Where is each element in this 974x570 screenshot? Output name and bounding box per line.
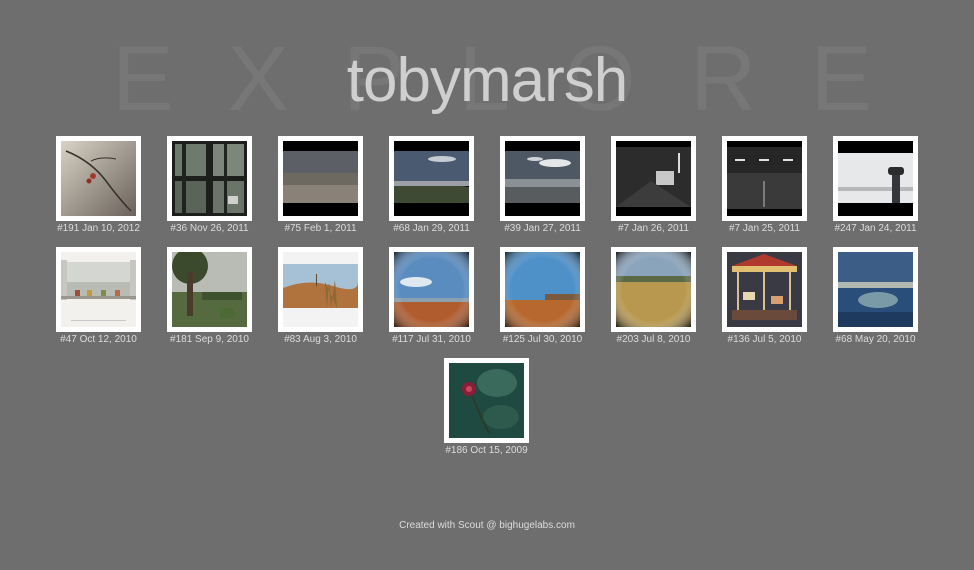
- window-trees-photo: [172, 141, 247, 216]
- blue-water-abstract-photo: [838, 252, 913, 327]
- photo-caption: #7 Jan 25, 2011: [729, 223, 800, 234]
- photo-link[interactable]: #125 Jul 30, 2010: [500, 247, 585, 345]
- photo-tile: #7 Jan 25, 2011: [722, 136, 807, 234]
- photo-tile: #47 Oct 12, 2010: [56, 247, 141, 345]
- photo-link[interactable]: #186 Oct 15, 2009: [444, 358, 529, 456]
- photo-link[interactable]: #75 Feb 1, 2011: [278, 136, 363, 234]
- photo-link[interactable]: #136 Jul 5, 2010: [722, 247, 807, 345]
- car-park-tunnel-photo: [616, 141, 691, 216]
- photo-frame: [500, 136, 585, 221]
- photo-tile: #68 May 20, 2010: [833, 247, 918, 345]
- photo-tile: #186 Oct 15, 2009: [444, 358, 529, 456]
- coastal-hills-photo: [394, 141, 469, 216]
- sky-field-photo: [394, 252, 469, 327]
- photo-caption: #136 Jul 5, 2010: [727, 334, 802, 345]
- photo-caption: #125 Jul 30, 2010: [502, 334, 583, 345]
- photo-frame: [278, 247, 363, 332]
- photo-link[interactable]: #181 Sep 9, 2010: [167, 247, 252, 345]
- photo-tile: #68 Jan 29, 2011: [389, 136, 474, 234]
- photo-link[interactable]: #203 Jul 8, 2010: [611, 247, 696, 345]
- photo-tile: #203 Jul 8, 2010: [611, 247, 696, 345]
- photo-caption: #68 May 20, 2010: [835, 334, 916, 345]
- photo-frame: [833, 247, 918, 332]
- photo-link[interactable]: #68 May 20, 2010: [833, 247, 918, 345]
- photo-link[interactable]: #7 Jan 25, 2011: [722, 136, 807, 234]
- empty-car-park-photo: [727, 141, 802, 216]
- photo-frame: [500, 247, 585, 332]
- photo-tile: #125 Jul 30, 2010: [500, 247, 585, 345]
- coin-binoculars-photo: [838, 141, 913, 216]
- photo-frame: [167, 136, 252, 221]
- photo-caption: #247 Jan 24, 2011: [834, 223, 917, 234]
- photo-link[interactable]: #117 Jul 31, 2010: [389, 247, 474, 345]
- photo-caption: #186 Oct 15, 2009: [445, 445, 528, 456]
- photo-tile: #75 Feb 1, 2011: [278, 136, 363, 234]
- photo-frame: [56, 247, 141, 332]
- photo-tile: #181 Sep 9, 2010: [167, 247, 252, 345]
- blue-sky-field-photo: [505, 252, 580, 327]
- photo-link[interactable]: #39 Jan 27, 2011: [500, 136, 585, 234]
- photo-frame: [56, 136, 141, 221]
- pebble-beach-photo: [283, 141, 358, 216]
- photo-frame: [444, 358, 529, 443]
- photo-tile: #7 Jan 26, 2011: [611, 136, 696, 234]
- photo-tile: #191 Jan 10, 2012: [56, 136, 141, 234]
- photo-frame: [278, 136, 363, 221]
- photo-tile: #36 Nov 26, 2011: [167, 136, 252, 234]
- seaside-clouds-photo: [505, 141, 580, 216]
- photo-tile: #136 Jul 5, 2010: [722, 247, 807, 345]
- photo-caption: #117 Jul 31, 2010: [392, 334, 471, 345]
- photo-frame: [389, 136, 474, 221]
- page-title: tobymarsh: [346, 46, 628, 115]
- photo-frame: [167, 247, 252, 332]
- photo-caption: #36 Nov 26, 2011: [170, 223, 249, 234]
- bare-branch-berries-photo: [61, 141, 136, 216]
- photo-link[interactable]: #7 Jan 26, 2011: [611, 136, 696, 234]
- tree-landscape-photo: [172, 252, 247, 327]
- dune-grass-photo: [283, 252, 358, 327]
- photo-tile: #83 Aug 3, 2010: [278, 247, 363, 345]
- photo-link[interactable]: #47 Oct 12, 2010: [56, 247, 141, 345]
- photo-tile: #117 Jul 31, 2010: [389, 247, 474, 345]
- photo-frame: [722, 136, 807, 221]
- photo-link[interactable]: #36 Nov 26, 2011: [167, 136, 252, 234]
- photo-caption: #47 Oct 12, 2010: [60, 334, 137, 345]
- photo-caption: #191 Jan 10, 2012: [57, 223, 140, 234]
- photo-frame: [833, 136, 918, 221]
- photo-caption: #75 Feb 1, 2011: [284, 223, 357, 234]
- wheat-field-photo: [616, 252, 691, 327]
- photo-caption: #68 Jan 29, 2011: [393, 223, 470, 234]
- photo-link[interactable]: #247 Jan 24, 2011: [833, 136, 918, 234]
- photo-link[interactable]: #191 Jan 10, 2012: [56, 136, 141, 234]
- photo-frame: [611, 136, 696, 221]
- windowsill-view-photo: [61, 252, 136, 327]
- photo-caption: #7 Jan 26, 2011: [618, 223, 689, 234]
- photo-caption: #181 Sep 9, 2010: [170, 334, 249, 345]
- photo-tile: #39 Jan 27, 2011: [500, 136, 585, 234]
- photo-caption: #39 Jan 27, 2011: [504, 223, 581, 234]
- photo-caption: #203 Jul 8, 2010: [616, 334, 691, 345]
- carousel-photo: [727, 252, 802, 327]
- photo-frame: [611, 247, 696, 332]
- photo-frame: [722, 247, 807, 332]
- photo-link[interactable]: #68 Jan 29, 2011: [389, 136, 474, 234]
- footer-credit-link[interactable]: Created with Scout @ bighugelabs.com: [0, 520, 974, 531]
- photo-tile: #247 Jan 24, 2011: [833, 136, 918, 234]
- red-flower-photo: [449, 363, 524, 438]
- photo-caption: #83 Aug 3, 2010: [284, 334, 357, 345]
- photo-link[interactable]: #83 Aug 3, 2010: [278, 247, 363, 345]
- photo-frame: [389, 247, 474, 332]
